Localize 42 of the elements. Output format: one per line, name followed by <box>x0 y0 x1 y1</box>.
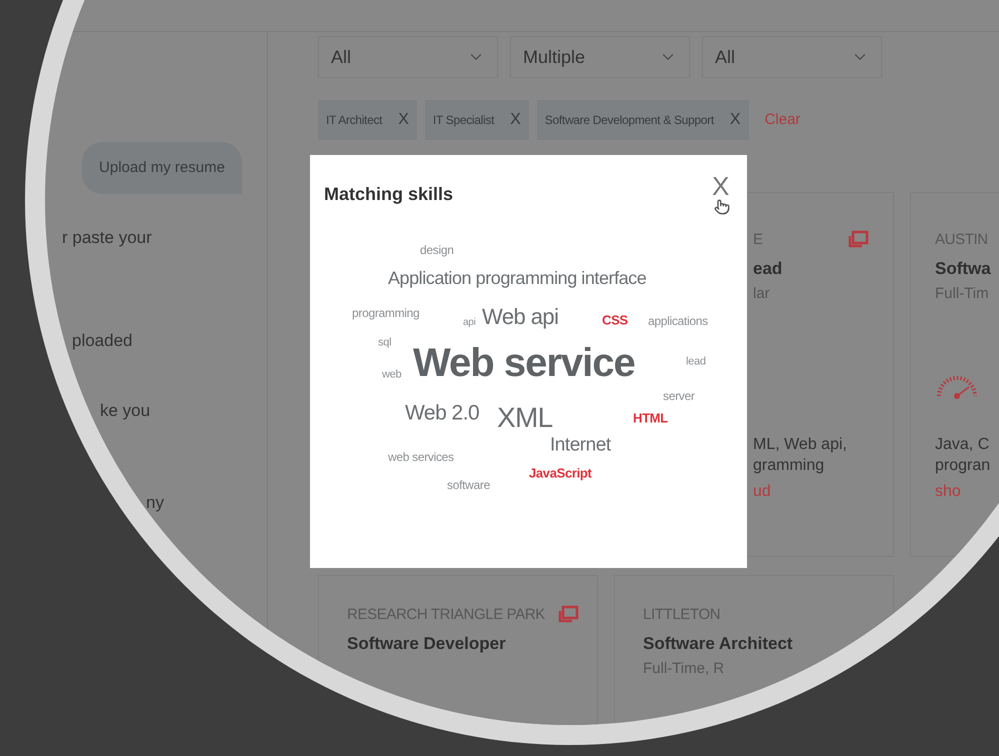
job-title: ead <box>753 258 784 280</box>
intro-text: r paste your <box>62 227 152 249</box>
cloud-word: XML <box>497 404 552 432</box>
cloud-word: lead <box>686 356 706 368</box>
tag-remove-button[interactable]: X <box>510 108 521 132</box>
job-title: Software Architect <box>643 632 794 654</box>
tag-label: IT Architect <box>326 112 382 129</box>
upload-resume-button[interactable]: Upload my resume <box>82 142 242 194</box>
cloud-word: software <box>447 479 490 491</box>
job-title: Software Developer <box>347 632 507 654</box>
tag-label: IT Specialist <box>432 112 494 129</box>
skill-list: gramming <box>753 454 869 476</box>
cloud-word: programming <box>352 307 420 319</box>
cloud-word: applications <box>648 315 708 327</box>
dialog-title: Matching skills <box>324 183 454 206</box>
job-title: Softwa <box>935 258 992 280</box>
cloud-word: api <box>463 318 476 328</box>
cloud-word: Web 2.0 <box>405 402 480 424</box>
filter-select[interactable]: All <box>702 36 882 78</box>
cloud-word: web <box>382 370 402 380</box>
intro-text: ploaded <box>72 330 133 352</box>
intro-text: ny <box>146 492 164 514</box>
cloud-word: web services <box>388 451 454 463</box>
skill-list: ML, Web api, <box>753 434 869 454</box>
tag-remove-button[interactable]: X <box>730 108 741 132</box>
tag-remove-button[interactable]: X <box>398 108 409 132</box>
intro-text: ke you <box>100 400 150 422</box>
windows-icon[interactable] <box>556 605 579 626</box>
skill-list: progran <box>935 454 999 476</box>
cloud-word: sql <box>378 338 392 348</box>
cloud-word: HTML <box>633 412 668 424</box>
cloud-word: JavaScript <box>529 466 592 480</box>
cloud-word: design <box>420 244 454 256</box>
cloud-word: server <box>663 390 695 402</box>
cloud-word: Web api <box>482 306 558 328</box>
tag-label: Software Development & Support <box>544 112 714 129</box>
skill-list: Java, C <box>935 434 999 454</box>
filter-select[interactable]: All <box>318 36 498 78</box>
cloud-word: Internet <box>550 436 611 454</box>
filter-select[interactable]: Multiple <box>510 36 690 78</box>
hand-cursor-icon <box>714 199 730 215</box>
windows-icon[interactable] <box>847 230 869 250</box>
